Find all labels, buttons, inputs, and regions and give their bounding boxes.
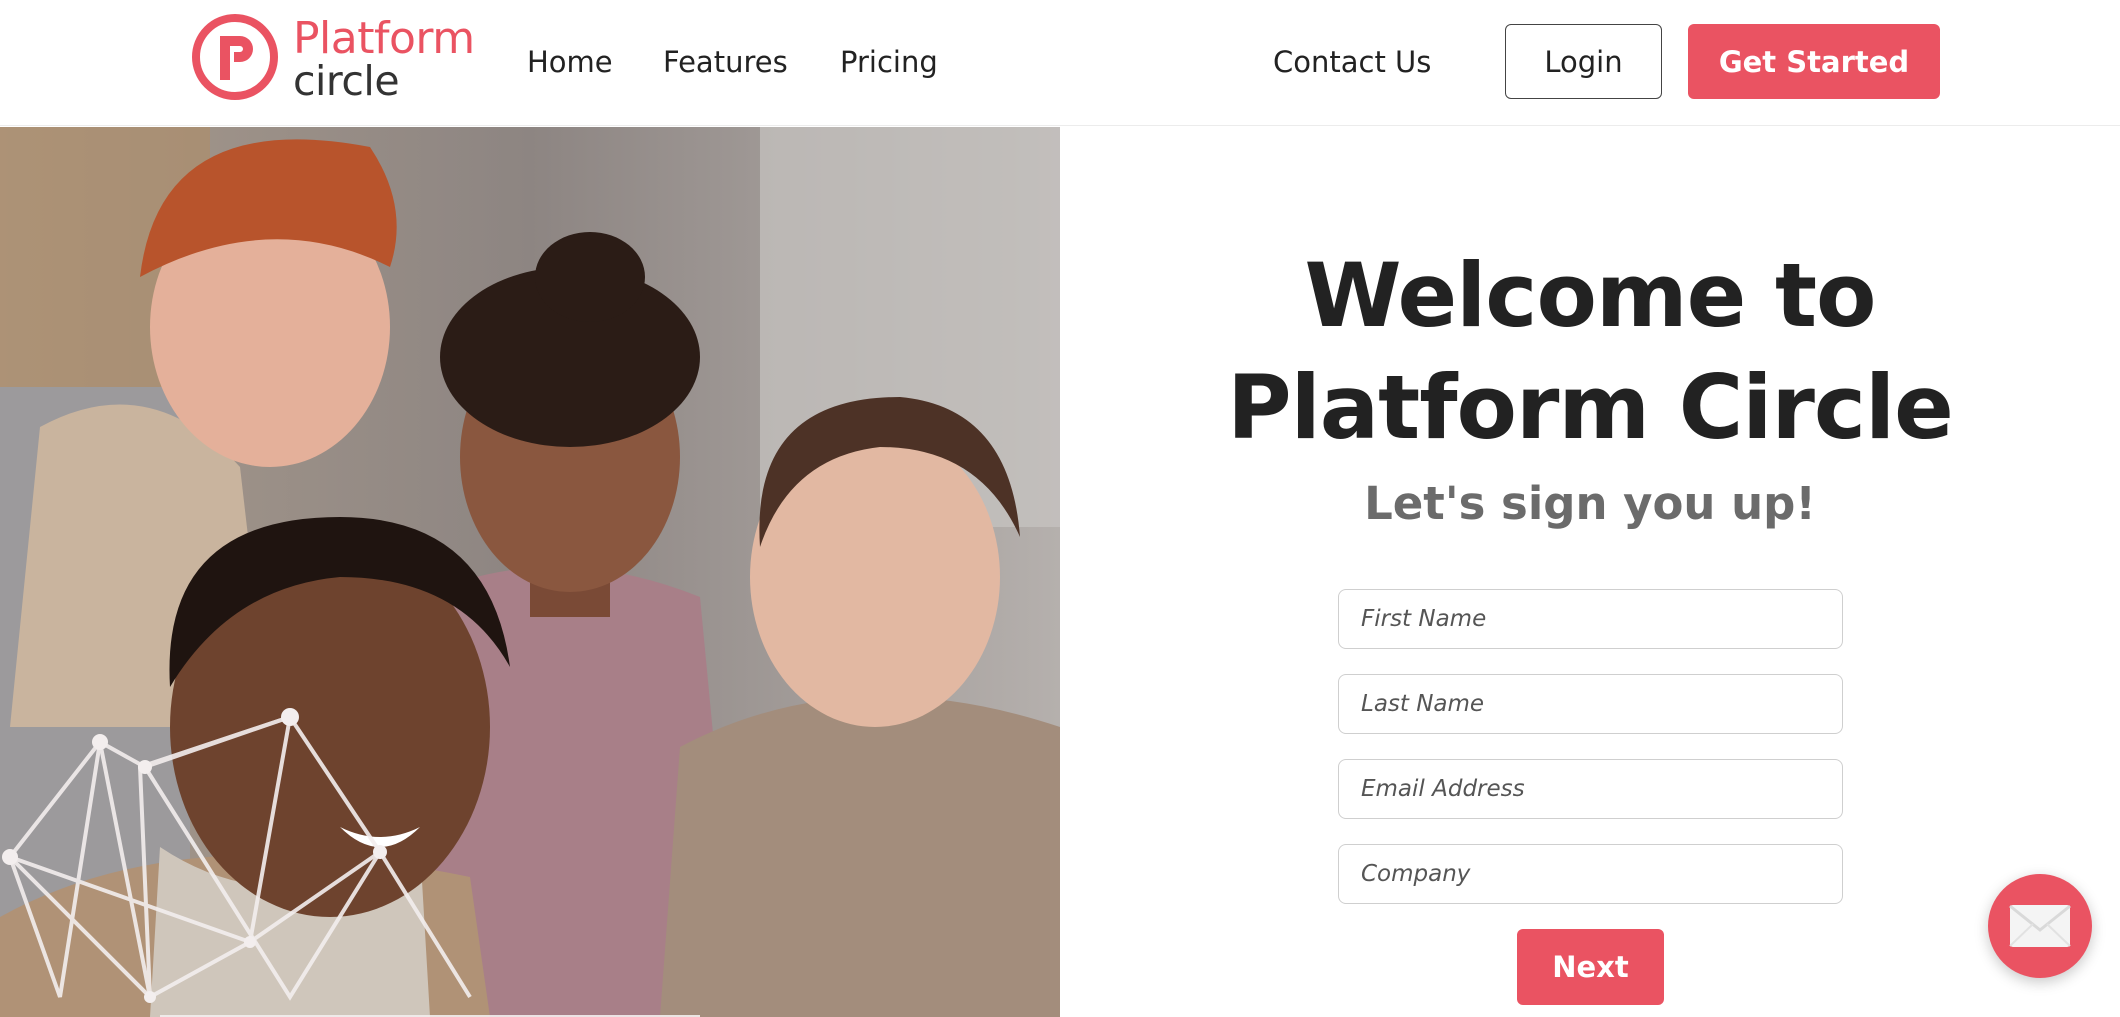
envelope-icon: [2009, 904, 2071, 947]
hero-photo: [0, 127, 1060, 1017]
first-name-field[interactable]: [1338, 589, 1843, 649]
signup-subtitle: Let's sign you up!: [1364, 477, 1816, 530]
logo-mark-icon: [192, 14, 278, 100]
logo-text-circle: circle: [293, 57, 400, 105]
next-button[interactable]: Next: [1517, 929, 1664, 1005]
get-started-button[interactable]: Get Started: [1688, 24, 1940, 99]
last-name-field[interactable]: [1338, 674, 1843, 734]
nav-features-link[interactable]: Features: [663, 42, 788, 82]
platform-circle-logo[interactable]: Platform circle: [190, 12, 490, 104]
site-header: Platform circle Home Features Pricing Co…: [0, 0, 2120, 126]
nav-pricing-link[interactable]: Pricing: [840, 42, 938, 82]
nav-contact-link[interactable]: Contact Us: [1273, 42, 1431, 82]
chat-button[interactable]: [1988, 874, 2092, 978]
welcome-title: Welcome to Platform Circle: [1227, 244, 1954, 459]
company-field[interactable]: [1338, 844, 1843, 904]
nav-home-link[interactable]: Home: [527, 42, 613, 82]
hero-photo-illustration: [0, 127, 1060, 1017]
email-field[interactable]: [1338, 759, 1843, 819]
login-button[interactable]: Login: [1505, 24, 1662, 99]
